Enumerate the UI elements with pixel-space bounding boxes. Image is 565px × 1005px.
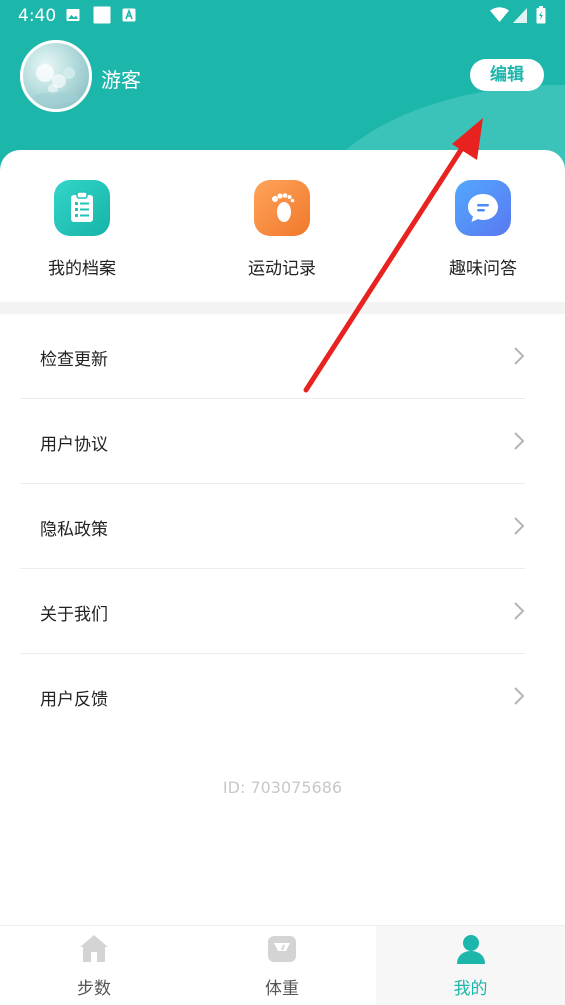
menu-item-about-us[interactable]: 关于我们 <box>20 569 525 654</box>
battery-charging-icon <box>536 6 546 24</box>
menu-item-check-update[interactable]: 检查更新 <box>20 314 525 399</box>
menu-item-label: 用户反馈 <box>40 690 108 710</box>
tab-weight[interactable]: 体重 <box>188 926 376 1005</box>
quick-action-label: 我的档案 <box>48 259 116 279</box>
menu-item-feedback[interactable]: 用户反馈 <box>20 654 525 738</box>
home-icon <box>80 935 108 962</box>
square-notification-icon <box>93 6 111 24</box>
wifi-icon <box>490 7 509 22</box>
chat-bubble-icon <box>455 180 511 236</box>
tab-steps[interactable]: 步数 <box>0 926 188 1005</box>
image-notification-icon <box>66 9 80 21</box>
section-divider <box>0 302 565 314</box>
quick-action-label: 运动记录 <box>248 259 316 279</box>
menu-item-label: 检查更新 <box>40 350 108 370</box>
avatar-image <box>34 64 78 104</box>
footprint-icon <box>254 180 310 236</box>
chevron-right-icon <box>514 602 525 620</box>
chevron-right-icon <box>514 347 525 365</box>
font-notification-icon <box>122 8 136 22</box>
clipboard-icon <box>54 180 110 236</box>
tab-label: 我的 <box>453 979 488 999</box>
edit-profile-button[interactable]: 编辑 <box>470 59 544 91</box>
tab-mine[interactable]: 我的 <box>376 926 565 1005</box>
status-bar: 4:40 <box>0 0 565 32</box>
quick-actions-card: 我的档案 运动记录 趣味问答 <box>0 150 565 302</box>
avatar[interactable] <box>20 40 92 112</box>
quick-action-label: 趣味问答 <box>449 259 517 279</box>
quick-action-my-profile[interactable]: 我的档案 <box>12 180 152 279</box>
menu-item-label: 隐私政策 <box>40 520 108 540</box>
chevron-right-icon <box>514 687 525 705</box>
chevron-right-icon <box>514 432 525 450</box>
tab-label: 体重 <box>265 979 299 999</box>
menu-item-user-agreement[interactable]: 用户协议 <box>20 399 525 484</box>
chevron-right-icon <box>514 517 525 535</box>
quick-action-fun-quiz[interactable]: 趣味问答 <box>413 180 553 279</box>
status-time: 4:40 <box>18 6 57 26</box>
signal-icon <box>513 8 527 23</box>
menu-item-privacy-policy[interactable]: 隐私政策 <box>20 484 525 569</box>
scale-icon <box>268 936 296 962</box>
person-icon <box>456 935 485 964</box>
settings-menu: 检查更新 用户协议 隐私政策 关于我们 用户反馈 <box>0 314 565 738</box>
menu-item-label: 关于我们 <box>40 605 108 625</box>
user-id-text: ID: 703075686 <box>222 778 343 797</box>
menu-item-label: 用户协议 <box>40 435 108 455</box>
quick-action-exercise-record[interactable]: 运动记录 <box>212 180 352 279</box>
username: 游客 <box>101 68 141 92</box>
bottom-tab-bar: 步数 体重 我的 <box>0 925 565 1005</box>
tab-label: 步数 <box>77 979 111 999</box>
